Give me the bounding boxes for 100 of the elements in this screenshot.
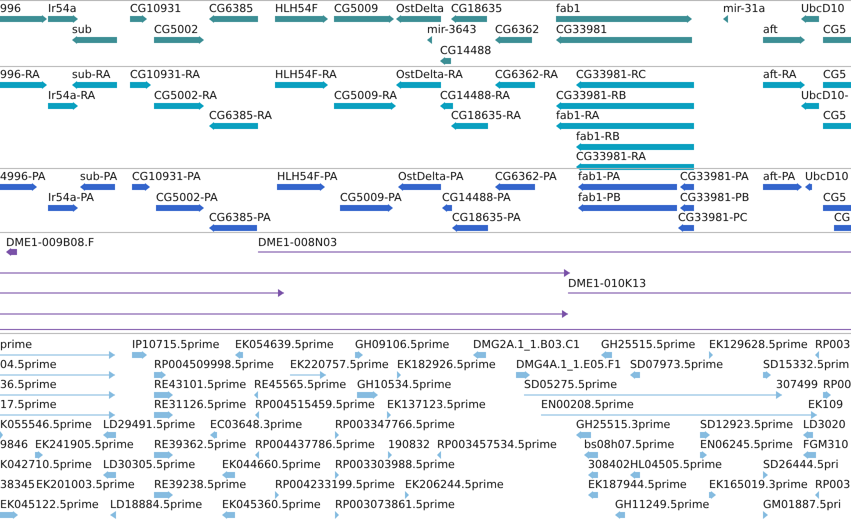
feature-label: FGM310 <box>803 439 848 451</box>
feature-label: CG18635-RA <box>451 110 521 122</box>
feature-label: SD05275.5prime <box>524 379 617 391</box>
feature-label: EK201003.5prime <box>36 479 135 491</box>
feature-label: EK129628.5prime <box>709 339 808 351</box>
feature-label: CG5009 <box>334 3 378 15</box>
feature-label: UbcD10 <box>801 3 845 15</box>
feature-label: prime <box>0 339 32 351</box>
feature-label: SD26444.5pri <box>763 459 839 471</box>
feature-label: CG33981-PC <box>678 212 748 224</box>
feature-label: LD29491.5prime <box>103 419 196 431</box>
feature-label: fab1-PA <box>578 171 620 183</box>
feature-label: aft-RA <box>763 69 796 81</box>
feature-label: CG5002 <box>154 24 198 36</box>
feature-label: Ir54a <box>48 3 77 15</box>
feature-label: 17.5prime <box>0 399 57 411</box>
feature-label: 190832 <box>388 439 430 451</box>
feature-label: EK182926.5prime <box>397 359 496 371</box>
feature-label: HLH54F-RA <box>275 69 337 81</box>
feature-label: RP003073861.5prime <box>335 499 455 511</box>
feature-label: DMG4A.1_1.E05.F1 <box>516 359 622 371</box>
feature-label: OstDelta <box>396 3 444 15</box>
feature-label: EN00208.5prime <box>541 399 634 411</box>
feature-label: EK187944.5prime <box>588 479 687 491</box>
feature-label: CG14488-PA <box>442 192 511 204</box>
feature-label: EK220757.5prime <box>290 359 389 371</box>
feature-label: RE43101.5prime <box>154 379 246 391</box>
feature-label: EK109 <box>808 399 844 411</box>
feature-label: SD07973.5prime <box>630 359 723 371</box>
feature-label: K042710.5prime <box>0 459 92 471</box>
feature-label: CG10931 <box>130 3 182 15</box>
feature-label: fab1 <box>556 3 581 15</box>
feature-label: 307499 <box>776 379 818 391</box>
feature-label: aft <box>763 24 778 36</box>
feature-label: EK165019.3prime <box>709 479 808 491</box>
feature-label: 9846 <box>0 439 28 451</box>
feature-label: 996 <box>0 3 21 15</box>
feature-label: GH25515.3prime <box>576 419 670 431</box>
feature-label: HLH54F-PA <box>277 171 338 183</box>
feature-label: CG5 <box>823 110 846 122</box>
feature-label: RP004437786.5prime <box>255 439 375 451</box>
feature-label: CG33981 <box>556 24 608 36</box>
feature-label: DME1-008N03 <box>258 237 338 249</box>
feature-label: CG5 <box>823 192 846 204</box>
feature-label: RP00 <box>823 379 851 391</box>
feature-label: 36.5prime <box>0 379 57 391</box>
feature-label: CG6362 <box>495 24 540 36</box>
feature-label: RP004515459.5prime <box>255 399 375 411</box>
feature-label: SD12923.5prime <box>700 419 793 431</box>
feature-label: CG18635 <box>451 3 502 15</box>
feature-label: OstDelta-PA <box>398 171 464 183</box>
feature-label: 38345 <box>0 479 35 491</box>
feature-label: CG33981-RB <box>556 90 626 102</box>
feature-label: CG14488-RA <box>440 90 510 102</box>
feature-label: CG33981-RC <box>576 69 646 81</box>
feature-label: HL04505.5prime <box>630 459 722 471</box>
feature-label: DMG2A.1_1.B03.C1 <box>473 339 580 351</box>
feature-label: RP003347766.5prime <box>335 419 455 431</box>
feature-label: CG6362-RA <box>495 69 558 81</box>
feature-label: RE39238.5prime <box>154 479 246 491</box>
feature-label: CG <box>834 212 850 224</box>
feature-label: CG10931-PA <box>132 171 201 183</box>
feature-label: EK044660.5prime <box>222 459 321 471</box>
feature-label: K055546.5prime <box>0 419 92 431</box>
feature-label: CG6385-PA <box>209 212 271 224</box>
feature-label: CG10931-RA <box>130 69 200 81</box>
feature-label: CG5009-RA <box>334 90 397 102</box>
feature-label: RE45565.5prime <box>254 379 346 391</box>
feature-label: RP003457534.5prime <box>437 439 557 451</box>
feature-label: RP003 <box>815 479 850 491</box>
feature-label: sub-PA <box>80 171 118 183</box>
feature-label: RP003303988.5prime <box>335 459 455 471</box>
feature-label: GH11249.5prime <box>615 499 710 511</box>
feature-label: RP003 <box>815 339 850 351</box>
feature-label: 996-RA <box>0 69 40 81</box>
feature-label: mir-3643 <box>427 24 477 36</box>
feature-label: GH25515.5prime <box>601 339 696 351</box>
feature-label: OstDelta-RA <box>396 69 463 81</box>
feature-label: CG5 <box>823 24 846 36</box>
feature-label: EK241905.5prime <box>35 439 134 451</box>
feature-label: RP004509998.5prime <box>154 359 274 371</box>
feature-label: CG6385-RA <box>209 110 272 122</box>
feature-label: LD30305.5prime <box>103 459 196 471</box>
feature-label: CG5002-RA <box>154 90 217 102</box>
feature-label: LD18884.5prime <box>110 499 202 511</box>
feature-label: GH10534.5prime <box>357 379 452 391</box>
feature-label: Ir54a-PA <box>48 192 94 204</box>
feature-label: EK045122.5prime <box>0 499 99 511</box>
feature-label: CG14488 <box>440 45 492 57</box>
feature-label: EK045360.5prime <box>222 499 321 511</box>
feature-label: CG33981-PA <box>680 171 749 183</box>
feature-label: CG33981-RA <box>576 151 646 163</box>
feature-label: sub <box>72 24 92 36</box>
feature-label: Ir54a-RA <box>48 90 96 102</box>
feature-label: fab1-RB <box>576 130 620 142</box>
feature-label: CG33981-PB <box>680 192 750 204</box>
feature-label: LD3020 <box>803 419 846 431</box>
feature-label: RE31126.5prime <box>154 399 246 411</box>
feature-label: EK054639.5prime <box>235 339 334 351</box>
feature-label: RE39362.5prime <box>154 439 246 451</box>
